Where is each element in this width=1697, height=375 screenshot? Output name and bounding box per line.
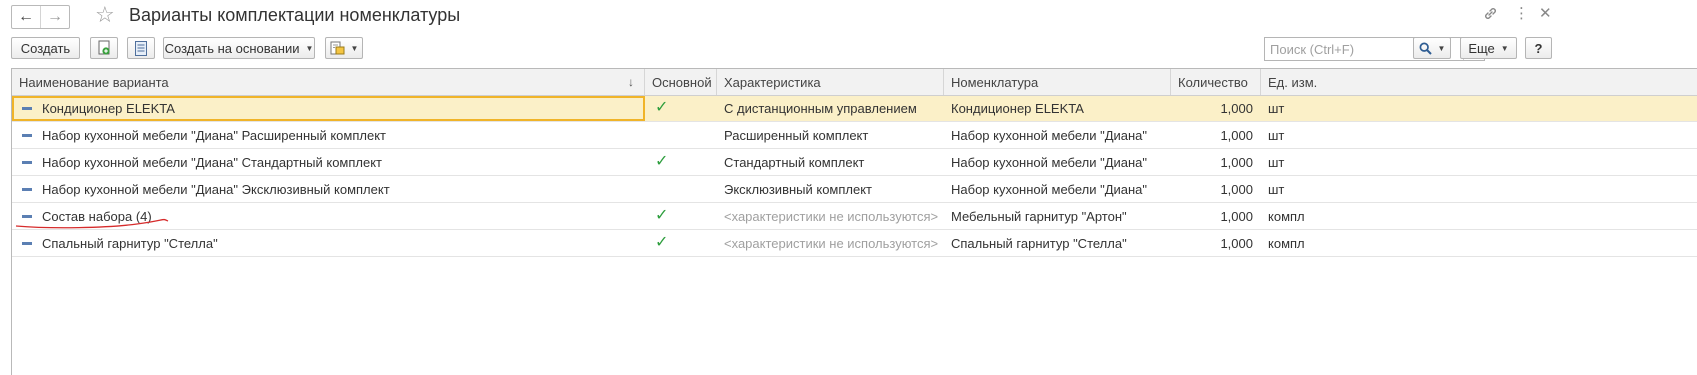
forward-button[interactable]: → (40, 6, 69, 28)
column-header-item[interactable]: Номенклатура (944, 69, 1171, 95)
cell-unit[interactable]: шт (1261, 177, 1697, 202)
list-view-button[interactable] (127, 37, 155, 59)
title-bar: ← → ☆ Варианты комплектации номенклатуры… (0, 0, 1697, 32)
list-icon (135, 40, 147, 56)
close-icon[interactable]: ✕ (1539, 4, 1552, 22)
page-title: Варианты комплектации номенклатуры (129, 5, 461, 25)
cell-characteristic[interactable]: Расширенный комплект (717, 123, 944, 148)
create-based-on-label: Создать на основании (164, 40, 300, 56)
table-row[interactable]: Набор кухонной мебели "Диана" Эксклюзивн… (12, 177, 1697, 203)
column-header-variant-name[interactable]: Наименование варианта ↓ (12, 69, 645, 95)
search-icon (1419, 42, 1432, 55)
cell-quantity[interactable]: 1,000 (1171, 204, 1261, 229)
variant-name-text: Набор кухонной мебели "Диана" Эксклюзивн… (42, 182, 390, 197)
back-button[interactable]: ← (12, 6, 40, 28)
nav-buttons: ← → (11, 5, 70, 29)
link-icon[interactable] (1483, 6, 1498, 25)
cell-main[interactable] (645, 177, 717, 202)
cell-main[interactable]: ✓ (645, 96, 717, 121)
help-button[interactable]: ? (1525, 37, 1552, 59)
more-actions-label: Еще (1468, 40, 1495, 56)
list-item-icon (22, 107, 32, 110)
search-button[interactable]: ▼ (1413, 37, 1451, 59)
print-dropdown[interactable]: ▼ (325, 37, 363, 59)
cell-main[interactable] (645, 123, 717, 148)
create-button[interactable]: Создать (11, 37, 80, 59)
column-header-unit[interactable]: Ед. изм. (1261, 69, 1697, 95)
list-item-icon (22, 161, 32, 164)
cell-characteristic[interactable]: <характеристики не используются> (717, 204, 944, 229)
copy-document-icon (98, 40, 110, 55)
variant-name-text: Кондиционер ELEKTA (42, 101, 175, 116)
cell-quantity[interactable]: 1,000 (1171, 231, 1261, 256)
list-item-icon (22, 134, 32, 137)
variant-name-text: Спальный гарнитур "Стелла" (42, 236, 218, 251)
column-header-quantity[interactable]: Количество (1171, 69, 1261, 95)
checkmark-icon: ✓ (655, 153, 669, 170)
list-item-icon (22, 188, 32, 191)
table-header: Наименование варианта ↓ Основной Характе… (12, 69, 1697, 96)
cell-characteristic[interactable]: Стандартный комплект (717, 150, 944, 175)
copy-button[interactable] (90, 37, 118, 59)
favorite-star-icon[interactable]: ☆ (95, 4, 115, 26)
cell-quantity[interactable]: 1,000 (1171, 96, 1261, 121)
table-row[interactable]: Спальный гарнитур "Стелла" ✓ <характеристи… (12, 231, 1697, 257)
cell-item[interactable]: Кондиционер ELEKTA (944, 96, 1171, 121)
chevron-down-icon: ▼ (1500, 43, 1509, 53)
column-header-main[interactable]: Основной (645, 69, 717, 95)
cell-main[interactable]: ✓ (645, 204, 717, 229)
cell-item[interactable]: Спальный гарнитур "Стелла" (944, 231, 1171, 256)
checkmark-icon: ✓ (655, 99, 669, 116)
checkmark-icon: ✓ (655, 207, 669, 224)
more-actions-button[interactable]: Еще ▼ (1460, 37, 1517, 59)
cell-characteristic[interactable]: С дистанционным управлением (717, 96, 944, 121)
table-row[interactable]: Кондиционер ELEKTA ✓ С дистанционным управ… (12, 96, 1697, 122)
cell-unit[interactable]: компл (1261, 204, 1697, 229)
cell-item[interactable]: Набор кухонной мебели "Диана" (944, 123, 1171, 148)
chevron-down-icon: ▼ (1437, 43, 1446, 53)
arrow-left-icon: ← (18, 8, 34, 25)
cell-variant-name[interactable]: Набор кухонной мебели "Диана" Стандартны… (12, 150, 645, 175)
cell-unit[interactable]: шт (1261, 150, 1697, 175)
variants-table: Наименование варианта ↓ Основной Характе… (11, 68, 1697, 375)
checkmark-icon: ✓ (655, 234, 669, 251)
more-vertical-icon[interactable]: ⋮ (1514, 4, 1529, 22)
create-based-on-dropdown[interactable]: Создать на основании ▼ (163, 37, 315, 59)
sort-descending-icon: ↓ (628, 75, 634, 89)
cell-item[interactable]: Набор кухонной мебели "Диана" (944, 150, 1171, 175)
cell-quantity[interactable]: 1,000 (1171, 123, 1261, 148)
table-row[interactable]: Набор кухонной мебели "Диана" Стандартны… (12, 150, 1697, 176)
chevron-down-icon: ▼ (350, 43, 359, 53)
search-field: × (1264, 37, 1485, 61)
variant-name-text: Набор кухонной мебели "Диана" Стандартны… (42, 155, 382, 170)
cell-main[interactable]: ✓ (645, 150, 717, 175)
table-row[interactable]: Набор кухонной мебели "Диана" Расширенны… (12, 123, 1697, 149)
variant-name-text: Набор кухонной мебели "Диана" Расширенны… (42, 128, 386, 143)
cell-variant-name[interactable]: Набор кухонной мебели "Диана" Эксклюзивн… (12, 177, 645, 202)
cell-variant-name[interactable]: Спальный гарнитур "Стелла" (12, 231, 645, 256)
cell-item[interactable]: Набор кухонной мебели "Диана" (944, 177, 1171, 202)
cell-item[interactable]: Мебельный гарнитур "Артон" (944, 204, 1171, 229)
cell-variant-name[interactable]: Кондиционер ELEKTA (12, 96, 645, 121)
cell-unit[interactable]: шт (1261, 123, 1697, 148)
table-row[interactable]: Состав набора (4) ✓ <характеристики не исп… (12, 204, 1697, 230)
cell-main[interactable]: ✓ (645, 231, 717, 256)
cell-variant-name[interactable]: Набор кухонной мебели "Диана" Расширенны… (12, 123, 645, 148)
cell-characteristic[interactable]: Эксклюзивный комплект (717, 177, 944, 202)
cell-quantity[interactable]: 1,000 (1171, 177, 1261, 202)
column-header-characteristic[interactable]: Характеристика (717, 69, 944, 95)
red-underline-annotation (15, 218, 169, 229)
arrow-right-icon: → (47, 8, 63, 25)
cell-characteristic[interactable]: <характеристики не используются> (717, 231, 944, 256)
cell-quantity[interactable]: 1,000 (1171, 150, 1261, 175)
print-document-icon (330, 41, 345, 54)
list-item-icon (22, 242, 32, 245)
cell-unit[interactable]: шт (1261, 96, 1697, 121)
chevron-down-icon: ▼ (305, 43, 314, 53)
cell-unit[interactable]: компл (1261, 231, 1697, 256)
